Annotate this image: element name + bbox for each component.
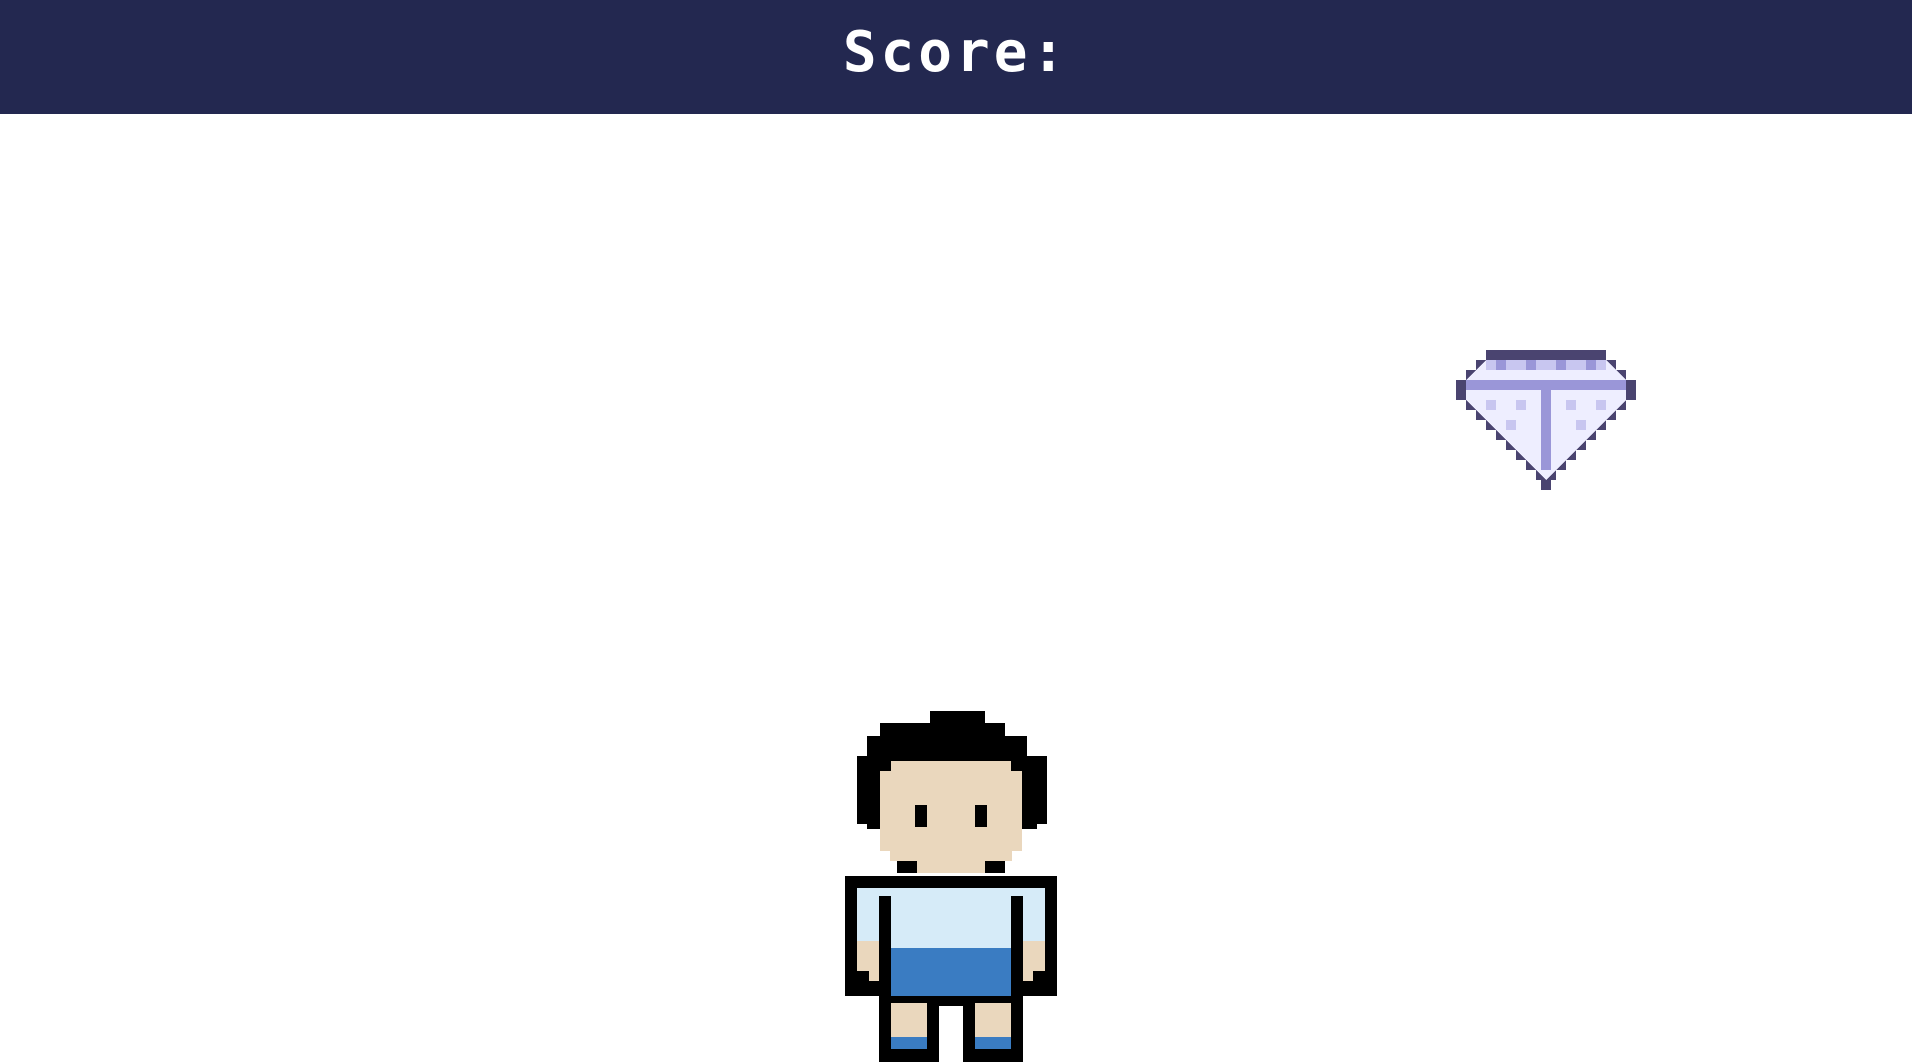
diamond-gem-icon [1456,348,1636,492]
player-head [880,761,1022,861]
gem-facets [1466,360,1626,480]
player-legs [879,1001,1023,1062]
score-label: Score: [842,19,1070,85]
player-shorts [879,948,1023,1006]
player-neck [897,861,1005,873]
score-bar: Score: [0,0,1912,114]
player-character [845,711,1057,1062]
